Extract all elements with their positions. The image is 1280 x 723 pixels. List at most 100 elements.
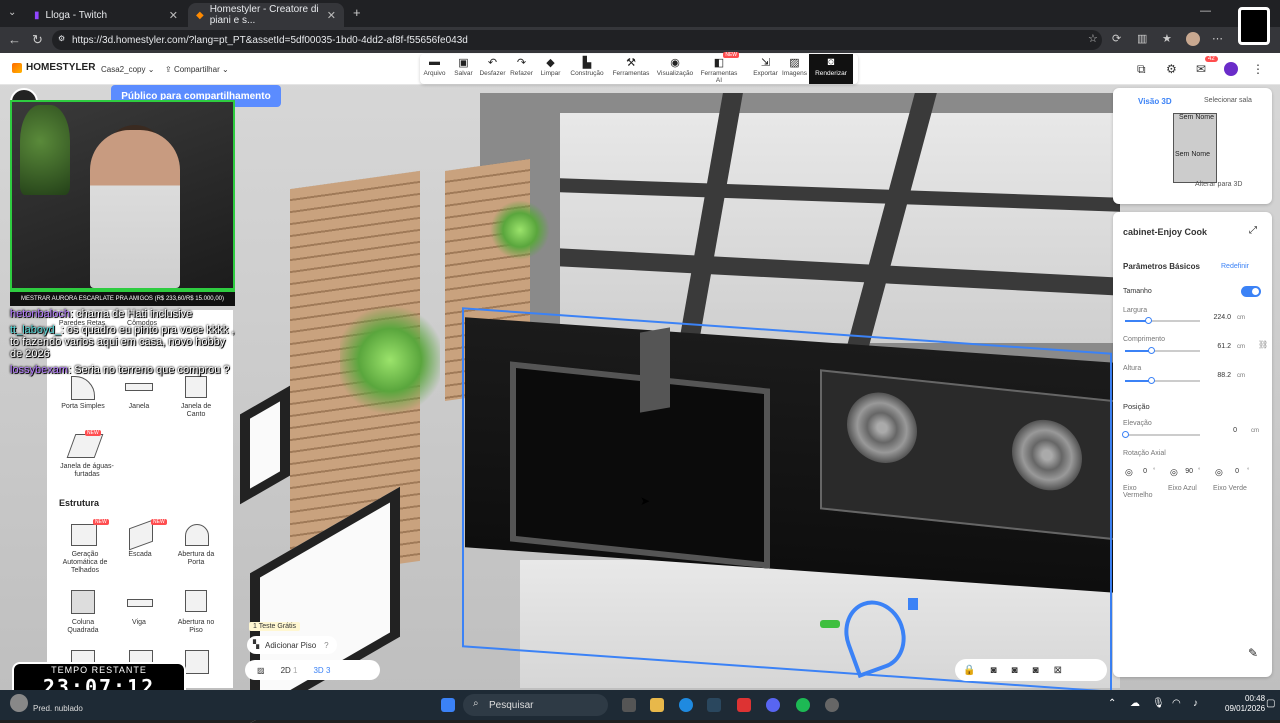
- more-menu-icon[interactable]: ⋮: [1252, 62, 1264, 76]
- undo-button[interactable]: ↶ Desfazer: [478, 54, 507, 84]
- help-icon[interactable]: ?: [324, 641, 328, 650]
- size-toggle[interactable]: [1241, 286, 1261, 297]
- door-opening-icon[interactable]: [185, 524, 209, 546]
- expand-icon[interactable]: ⤢: [1249, 225, 1257, 236]
- ai-tools-button[interactable]: NEW ◧ Ferramentas AI: [697, 52, 741, 84]
- reset-link[interactable]: Redefinir: [1221, 263, 1249, 270]
- export-button[interactable]: ⇲ Exportar: [751, 54, 780, 84]
- dormer-window-icon[interactable]: [66, 434, 104, 458]
- wifi-icon[interactable]: ◠: [1172, 698, 1181, 709]
- new-tab-icon[interactable]: +: [353, 5, 361, 20]
- rotation-green-field[interactable]: 0: [1209, 468, 1239, 475]
- view-button[interactable]: ◉ Visualização: [653, 54, 697, 84]
- catalog-icon[interactable]: ⧉: [1137, 62, 1146, 77]
- reload-icon[interactable]: ↻: [32, 32, 43, 48]
- view-2d-button[interactable]: 2D 1: [281, 666, 298, 675]
- width-value-field[interactable]: 224.0: [1201, 314, 1231, 321]
- length-slider[interactable]: [1125, 347, 1200, 354]
- edge-icon[interactable]: [679, 698, 693, 712]
- network-icon[interactable]: ☁: [1130, 698, 1140, 709]
- tab-twitch[interactable]: ▮ Lloga - Twitch ✕: [26, 3, 186, 27]
- hanging-plant[interactable]: [490, 200, 550, 260]
- file-explorer-icon[interactable]: [650, 698, 664, 712]
- slider-knob[interactable]: [1148, 377, 1156, 384]
- item-floor-opening[interactable]: Abertura no Piso: [171, 619, 221, 635]
- share-dropdown[interactable]: ⇪ Compartilhar ⌄: [165, 65, 229, 74]
- site-info-icon[interactable]: ⚙: [58, 34, 65, 43]
- split-icon[interactable]: ▥: [1137, 32, 1147, 45]
- tab-homestyler[interactable]: ◆ Homestyler - Creatore di piani e s... …: [188, 3, 344, 27]
- catalog-item-icon[interactable]: [185, 650, 209, 674]
- homestyler-logo[interactable]: HOMESTYLER: [12, 62, 95, 73]
- notifications-icon[interactable]: ▢: [1266, 698, 1275, 709]
- elevation-value-field[interactable]: 0: [1207, 427, 1237, 434]
- add-floor-button[interactable]: ▚ Adicionar Piso ?: [247, 636, 337, 654]
- height-slider[interactable]: [1125, 377, 1200, 384]
- tab-list-icon[interactable]: ⌄: [8, 7, 16, 18]
- roof-icon[interactable]: [71, 524, 97, 546]
- minimize-icon[interactable]: —: [1200, 5, 1211, 17]
- save-button[interactable]: ▣ Salvar: [449, 54, 478, 84]
- width-slider[interactable]: [1125, 317, 1200, 324]
- project-name-dropdown[interactable]: Casa2_copy ⌄: [101, 65, 154, 74]
- profile-avatar[interactable]: [1186, 32, 1200, 46]
- item-square-column[interactable]: Coluna Quadrada: [57, 619, 109, 635]
- rotation-blue-field[interactable]: 90: [1163, 468, 1193, 475]
- url-field[interactable]: ⚙ https://3d.homestyler.com/?lang=pt_PT&…: [52, 30, 1102, 50]
- refresh-ext-icon[interactable]: ⟳: [1112, 32, 1121, 45]
- images-button[interactable]: ▨ Imagens: [780, 54, 809, 84]
- file-button[interactable]: ▬ Arquivo: [420, 54, 449, 84]
- height-value-field[interactable]: 88.2: [1201, 372, 1231, 379]
- mail-icon[interactable]: ✉: [1196, 62, 1206, 76]
- more-icon[interactable]: ⋯: [1212, 32, 1223, 45]
- obs-icon[interactable]: [825, 698, 839, 712]
- build-button[interactable]: ▙ Construção: [565, 54, 609, 84]
- discord-icon[interactable]: [766, 698, 780, 712]
- link-proportions-icon[interactable]: ⛓: [1258, 340, 1268, 349]
- favorites-icon[interactable]: ★: [1162, 32, 1172, 45]
- length-value-field[interactable]: 61.2: [1201, 343, 1231, 350]
- view-3d-button[interactable]: 3D 3: [313, 666, 330, 675]
- tray-chevron-icon[interactable]: ⌃: [1108, 698, 1116, 709]
- tab-3d-view[interactable]: Visão 3D: [1138, 97, 1172, 106]
- elevation-slider[interactable]: [1122, 431, 1200, 438]
- floor-opening-icon[interactable]: [185, 590, 207, 612]
- layers-icon[interactable]: ▨: [257, 666, 265, 675]
- spotify-icon[interactable]: [796, 698, 810, 712]
- close-tab-icon[interactable]: ✕: [169, 9, 178, 22]
- task-view-icon[interactable]: [622, 698, 636, 712]
- lock-icon[interactable]: 🔒: [963, 665, 975, 676]
- slider-knob[interactable]: [1122, 431, 1129, 438]
- start-icon[interactable]: [441, 698, 455, 712]
- tools-button[interactable]: ⚒ Ferramentas: [609, 54, 653, 84]
- item-beam[interactable]: Viga: [115, 619, 163, 627]
- item-door-opening[interactable]: Abertura da Porta: [171, 551, 221, 567]
- item-dormer-window[interactable]: Janela de águas-furtadas: [57, 463, 117, 479]
- close-tab-icon[interactable]: ✕: [327, 9, 336, 22]
- camera-settings-icon[interactable]: ◙: [1012, 665, 1018, 676]
- weather-icon[interactable]: [10, 694, 28, 712]
- slider-knob[interactable]: [1148, 347, 1156, 354]
- floor-plan-thumbnail[interactable]: [1173, 113, 1217, 183]
- steam-icon[interactable]: [707, 698, 721, 712]
- axis-handle-blue[interactable]: [908, 598, 918, 610]
- taskbar-clock[interactable]: 00:48 09/01/2026: [1225, 694, 1265, 714]
- app-icon[interactable]: [737, 698, 751, 712]
- slider-knob[interactable]: [1144, 317, 1152, 324]
- tab-select-room[interactable]: Selecionar sala: [1204, 97, 1252, 104]
- column-icon[interactable]: [71, 590, 95, 614]
- settings-icon[interactable]: ⚙: [1166, 62, 1177, 76]
- switch-to-3d-link[interactable]: Alterar para 3D: [1195, 181, 1242, 188]
- rotation-red-field[interactable]: 0: [1117, 468, 1147, 475]
- user-avatar[interactable]: [1224, 62, 1238, 76]
- axis-handle-green[interactable]: [820, 620, 840, 628]
- hanging-plant[interactable]: [340, 300, 440, 420]
- render-button[interactable]: ◙ Renderizar: [809, 54, 853, 84]
- taskbar-search[interactable]: ⌕ Pesquisar: [463, 694, 608, 716]
- camera-add-icon[interactable]: ◙: [990, 665, 996, 676]
- back-icon[interactable]: ←: [8, 32, 21, 47]
- beam-icon[interactable]: [127, 599, 153, 607]
- fullscreen-icon[interactable]: ⊠: [1054, 665, 1062, 676]
- mic-icon[interactable]: 🎙: [1152, 698, 1165, 709]
- chat-support-icon[interactable]: ✎: [1238, 640, 1268, 666]
